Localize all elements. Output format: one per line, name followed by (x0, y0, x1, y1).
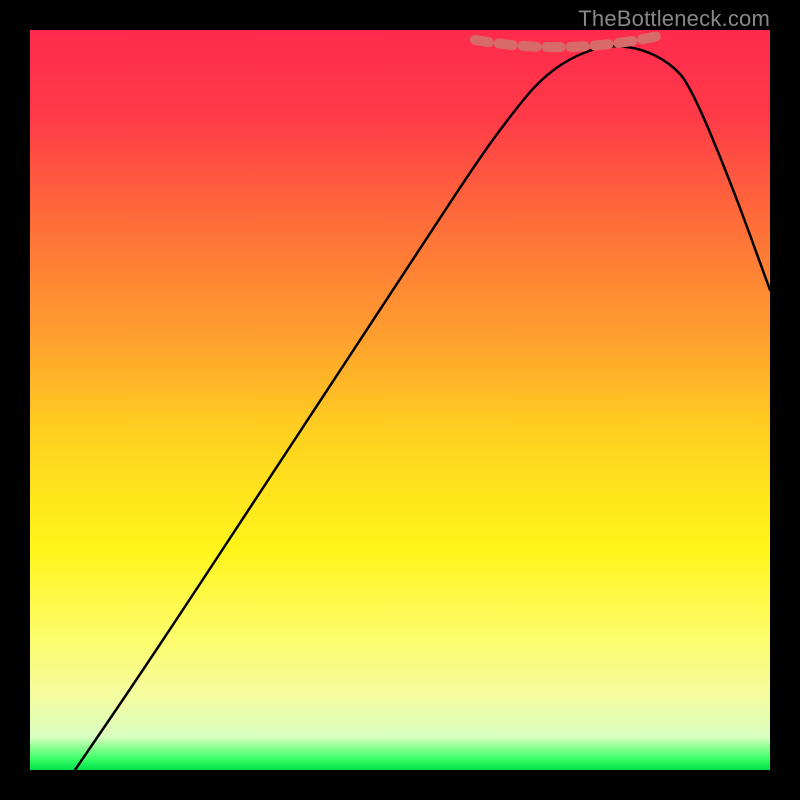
bottleneck-curve (75, 46, 770, 770)
sweet-spot-dash (475, 36, 658, 47)
chart-frame: TheBottleneck.com (0, 0, 800, 800)
plot-area (30, 30, 770, 770)
curve-layer (30, 30, 770, 770)
watermark-text: TheBottleneck.com (578, 6, 770, 32)
